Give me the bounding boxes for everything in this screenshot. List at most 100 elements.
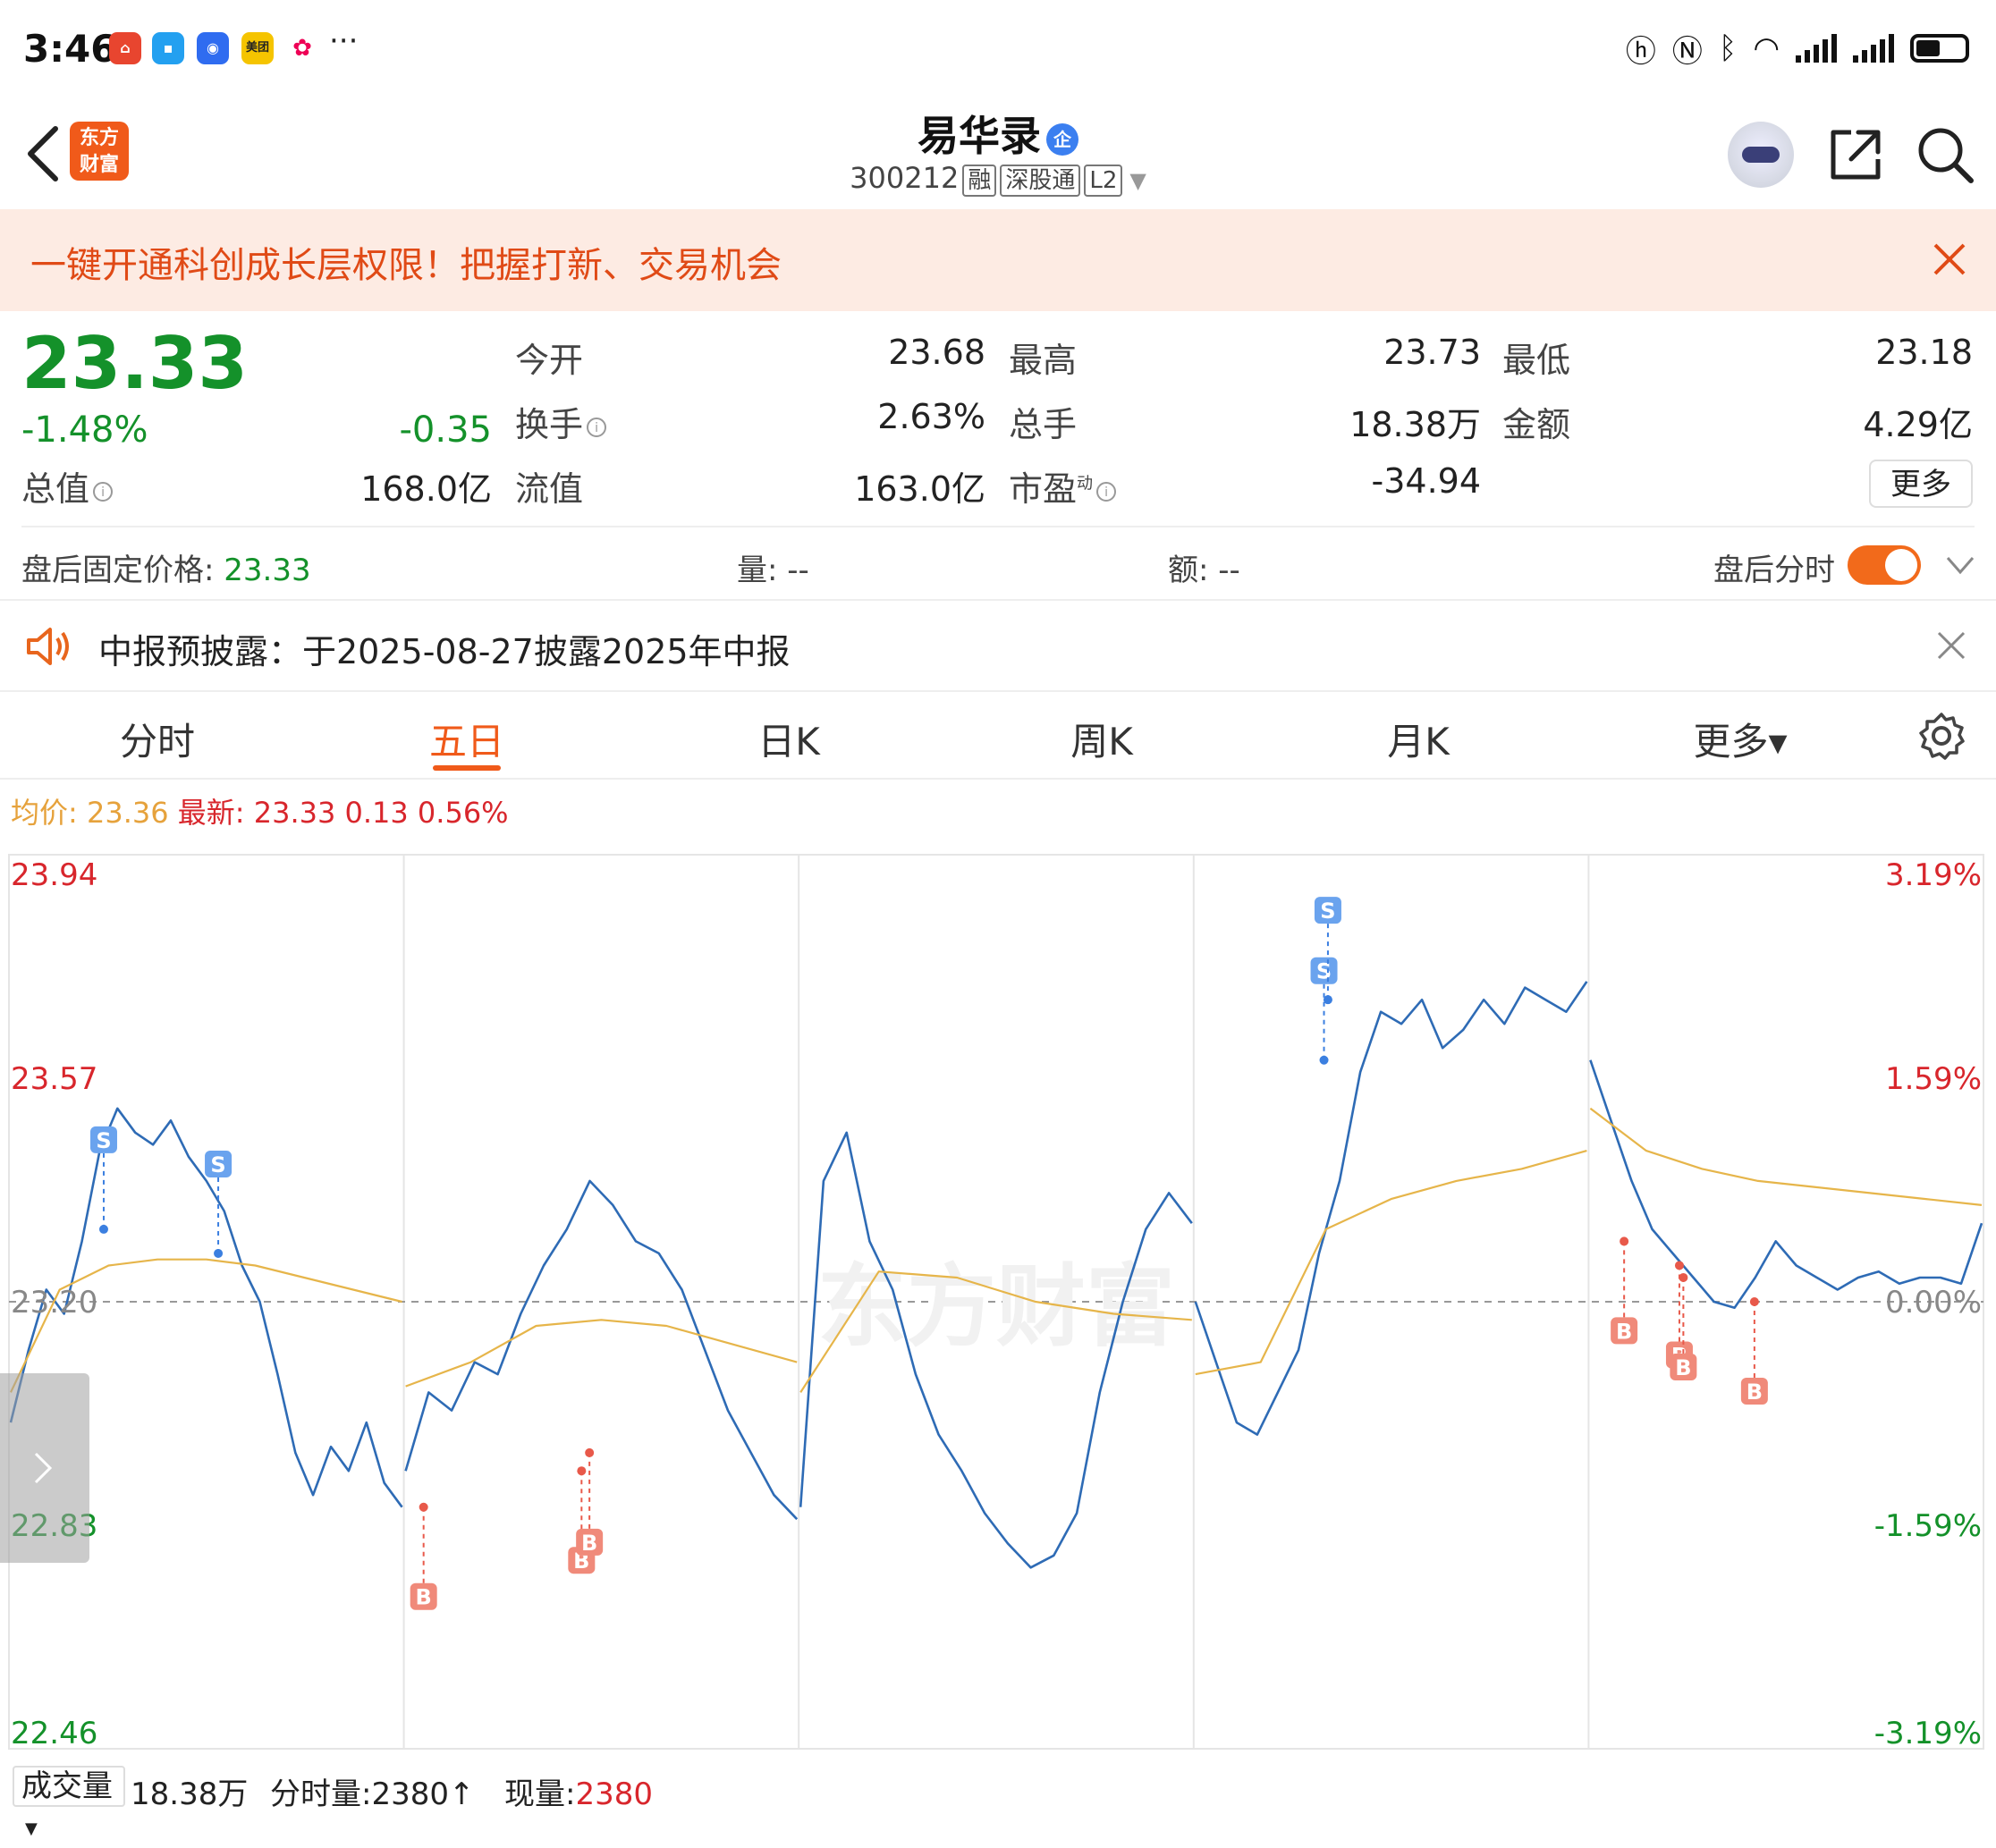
- after-hours-price: 盘后固定价格: 23.33: [21, 545, 311, 589]
- pe-label[interactable]: 市盈动 i: [1009, 461, 1117, 511]
- info-icon[interactable]: i: [587, 417, 607, 437]
- high-value: 23.73: [1383, 333, 1481, 372]
- turnover-label[interactable]: 换手 i: [515, 397, 607, 446]
- tab-daily-k[interactable]: 日K: [699, 712, 878, 766]
- avg-price-line: [1195, 1150, 1587, 1376]
- current-volume-value: 2380: [575, 1776, 653, 1812]
- promo-text: 一键开通科创成长层权限！把握打新、交易机会: [30, 245, 782, 286]
- tab-five-day[interactable]: 五日: [377, 712, 556, 766]
- gear-icon[interactable]: [1917, 712, 1966, 760]
- change-value: -0.35: [399, 409, 493, 451]
- volume-selector[interactable]: 成交量 ▼: [13, 1766, 125, 1838]
- amount-label: 金额: [1502, 405, 1571, 444]
- y-tick-right: -1.59%: [1874, 1508, 1982, 1544]
- promo-banner[interactable]: 一键开通科创成长层权限！把握打新、交易机会: [0, 209, 1996, 311]
- hd-icon: ⓗ: [1625, 33, 1656, 70]
- more-notifications-icon: ···: [329, 23, 359, 59]
- y-tick-right: 1.59%: [1885, 1061, 1982, 1097]
- stock-title: 易华录企: [0, 104, 1996, 163]
- marker-label: B: [1675, 1355, 1691, 1380]
- interval-volume-value: 2380: [371, 1776, 449, 1812]
- info-icon[interactable]: i: [1096, 481, 1117, 502]
- y-tick-left: 23.94: [11, 857, 97, 893]
- y-tick-right: 0.00%: [1885, 1285, 1982, 1321]
- chart-legend: 均价: 23.36 最新: 23.33 0.13 0.56%: [11, 790, 509, 831]
- float-value-label: 流值: [515, 469, 584, 509]
- marker-label: B: [1746, 1380, 1763, 1405]
- marker-label: B: [581, 1531, 597, 1556]
- chevron-down-icon[interactable]: [1942, 549, 1978, 581]
- five-day-chart[interactable]: 东方财富SSBBBSSBBBB23.9423.5723.2022.8322.46…: [0, 831, 1996, 1761]
- red-app-icon: ⌂: [109, 32, 141, 64]
- notice-bar[interactable]: 中报预披露：于2025-08-27披露2025年中报: [0, 601, 1996, 692]
- chat-app-icon: ▪: [152, 32, 184, 64]
- y-tick-right: 3.19%: [1885, 857, 1982, 893]
- search-icon[interactable]: [1914, 123, 1976, 186]
- total-value-label[interactable]: 总值 i: [21, 461, 114, 511]
- after-hours-price-value: 23.33: [224, 553, 311, 588]
- meituan-app-icon: 美团: [241, 32, 274, 64]
- marker-dot: [1749, 1297, 1759, 1306]
- tab-intraday[interactable]: 分时: [68, 712, 247, 766]
- close-icon[interactable]: [1923, 232, 1976, 286]
- marker-label: S: [210, 1152, 225, 1177]
- chevron-right-icon: [34, 1452, 53, 1484]
- share-icon[interactable]: [1824, 123, 1887, 186]
- signal-2-icon: [1853, 34, 1894, 63]
- marker-dot: [1674, 1261, 1684, 1270]
- level2-tag: L2: [1084, 165, 1123, 197]
- open-label: 今开: [515, 341, 584, 380]
- marker-dot: [1620, 1236, 1629, 1246]
- margin-tag: 融: [962, 165, 997, 197]
- after-hours-toggle[interactable]: [1848, 545, 1921, 585]
- marker-dot: [1679, 1272, 1688, 1282]
- marker-dot: [98, 1224, 108, 1234]
- nfc-icon: Ⓝ: [1671, 33, 1703, 70]
- turnover-value: 2.63%: [877, 397, 985, 436]
- quote-panel: 23.33 -1.48% -0.35 今开 23.68 最高 23.73 最低 …: [0, 311, 1996, 526]
- info-icon[interactable]: i: [93, 481, 114, 502]
- avg-value: 23.36: [86, 796, 169, 830]
- wifi-icon: ◠: [1753, 30, 1780, 66]
- latest-percent: 0.56%: [417, 796, 509, 830]
- avg-price-line: [405, 1319, 798, 1388]
- signal-1-icon: [1796, 34, 1837, 63]
- status-indicators: ⓗ Ⓝ ᛒ ◠: [1625, 29, 1969, 70]
- marker-label: B: [416, 1585, 432, 1610]
- stock-code-line[interactable]: 300212 融深股通 L2 ▼: [0, 161, 1996, 197]
- stock-header: 东方 财富 易华录企 300212 融深股通 L2 ▼: [0, 98, 1996, 211]
- bluetooth-icon: ᛒ: [1718, 30, 1738, 66]
- more-quote-button[interactable]: 更多: [1869, 460, 1973, 508]
- high-label: 最高: [1009, 341, 1078, 380]
- marker-dot: [419, 1502, 428, 1512]
- after-hours-amount: 额: --: [1168, 553, 1240, 588]
- pe-label-text: 市盈: [1009, 469, 1078, 509]
- marker-dot: [1319, 1055, 1329, 1065]
- active-tab-indicator: [433, 765, 501, 771]
- price-line: [404, 1179, 799, 1521]
- close-icon[interactable]: [1935, 629, 1967, 662]
- tab-more[interactable]: 更多▾: [1651, 712, 1830, 766]
- side-panel-handle[interactable]: [0, 1373, 89, 1563]
- marker-label: S: [1320, 899, 1335, 924]
- latest-change: 0.13: [344, 796, 409, 830]
- after-hours-price-label: 盘后固定价格:: [21, 553, 215, 588]
- pe-superscript: 动: [1077, 474, 1094, 494]
- y-tick-left: 23.20: [11, 1285, 97, 1321]
- ai-assistant-icon[interactable]: [1728, 122, 1794, 188]
- pe-value: -34.94: [1371, 461, 1482, 501]
- status-time: 3:46: [23, 27, 117, 71]
- marker-dot: [1323, 995, 1332, 1005]
- connect-tag: 深股通: [1000, 165, 1081, 197]
- marker-dot: [577, 1466, 587, 1476]
- current-volume-label: 现量:: [504, 1776, 576, 1812]
- total-value-label-text: 总值: [21, 469, 90, 509]
- interval-volume: 分时量:2380↑: [270, 1769, 475, 1813]
- volume-value: 18.38万: [1349, 405, 1481, 444]
- volume-row: 成交量▼ 18.38万 分时量:2380↑ 现量:2380: [0, 1766, 1996, 1838]
- avg-price-line: [1589, 1107, 1983, 1206]
- tab-monthly-k[interactable]: 月K: [1329, 712, 1508, 766]
- tab-weekly-k[interactable]: 周K: [1012, 712, 1191, 766]
- low-label: 最低: [1502, 341, 1571, 380]
- enterprise-badge-icon: 企: [1046, 122, 1078, 156]
